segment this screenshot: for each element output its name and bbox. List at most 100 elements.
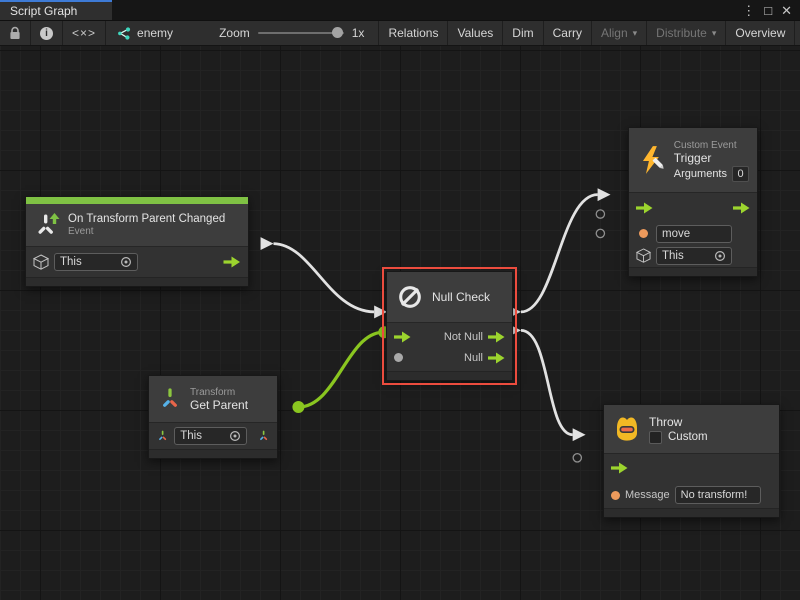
node-null-check[interactable]: Null Check Not Null Null [386,271,513,381]
zoom-slider-knob[interactable] [332,27,343,38]
window-controls: ⋮ □ ✕ [742,0,800,20]
node-footer [387,371,512,380]
chevron-down-icon: ▾ [712,28,717,39]
lock-button[interactable] [0,21,30,45]
inspect-button[interactable]: i [31,21,62,45]
node-trigger-custom-event[interactable]: Custom Event Trigger Arguments 0 [628,127,758,277]
zoom-slider[interactable] [258,32,344,34]
wire-notnull-to-trigger[interactable] [521,195,598,312]
custom-checkbox[interactable] [649,431,662,444]
transform-event-icon [34,212,61,239]
fullscreen-button[interactable]: Full Screen [795,21,800,45]
throw-exception-icon [612,414,642,444]
node-title: Null Check [432,290,490,304]
align-dropdown[interactable]: Align ▾ [592,21,646,45]
relations-toggle[interactable]: Relations [379,21,447,45]
node-get-parent[interactable]: Transform Get Parent This [148,375,278,459]
breadcrumb-label: enemy [137,26,173,40]
script-graph-window: Script Graph ⋮ □ ✕ i <×> [0,0,800,600]
value-input-port[interactable] [639,229,648,238]
target-picker-icon[interactable] [120,256,132,268]
event-accent-bar [26,197,248,204]
target-field[interactable]: This [54,253,138,271]
input-port-circle[interactable] [573,454,581,462]
node-footer [26,277,248,286]
code-preview-button[interactable]: <×> [63,21,105,45]
custom-checkbox-label: Custom [668,431,708,443]
flow-input-port[interactable] [636,202,653,214]
flow-output-port[interactable] [488,352,505,364]
target-field[interactable]: This [656,247,732,265]
wire-arrowhead [261,237,274,250]
node-throw[interactable]: Throw Custom Message No [603,404,780,518]
node-footer [629,267,757,276]
distribute-dropdown[interactable]: Distribute ▾ [647,21,725,45]
wire-arrowhead [598,188,611,201]
graph-icon [116,27,131,40]
zoom-value: 1x [352,26,365,40]
flow-input-port[interactable] [611,462,628,474]
wire-arrowhead [573,428,586,441]
wire-event-to-nullcheck[interactable] [274,244,375,312]
target-picker-icon[interactable] [714,250,726,262]
values-toggle[interactable]: Values [448,21,502,45]
node-on-transform-parent-changed[interactable]: On Transform Parent Changed Event This [25,196,249,287]
menu-icon[interactable]: ⋮ [742,4,755,17]
custom-event-icon [637,145,667,175]
code-icon: <×> [72,26,96,40]
transform-icon [157,386,183,412]
wire-getparent-to-nullcheck[interactable] [298,332,383,407]
arguments-count-field[interactable]: 0 [732,166,749,182]
title-bar: Script Graph ⋮ □ ✕ [0,0,800,20]
flow-output-port[interactable] [488,331,505,343]
overview-button[interactable]: Overview [726,21,794,45]
flow-output-port[interactable] [223,256,241,268]
dim-toggle[interactable]: Dim [503,21,542,45]
align-label: Align [601,26,628,40]
message-value: No transform! [681,489,748,501]
carry-toggle[interactable]: Carry [544,21,591,45]
maximize-icon[interactable]: □ [764,4,772,17]
chevron-down-icon: ▾ [633,28,638,39]
target-picker-icon[interactable] [229,430,241,442]
target-value: This [662,250,684,262]
value-input-port[interactable] [611,491,620,500]
gameobject-cube-icon [636,248,651,264]
lock-icon [9,26,21,41]
transform-output-port[interactable] [257,429,270,443]
tab-script-graph[interactable]: Script Graph [0,0,112,20]
wire-null-to-throw[interactable] [521,330,573,434]
node-title: On Transform Parent Changed [68,213,225,225]
node-category: Custom Event [674,140,749,151]
distribute-label: Distribute [656,26,707,40]
target-field[interactable]: This [174,427,247,445]
port-label-null: Null [464,352,483,364]
close-icon[interactable]: ✕ [781,4,792,17]
node-title: Throw [649,415,708,429]
flow-input-port[interactable] [394,331,411,343]
value-input-port[interactable] [394,353,403,362]
event-name-field[interactable]: move [656,225,732,243]
input-port-circle[interactable] [596,229,604,237]
info-icon: i [40,27,53,40]
flow-output-port[interactable] [733,202,750,214]
event-name-value: move [662,228,690,240]
node-subtitle: Event [68,226,225,237]
node-title: Get Parent [190,398,248,412]
null-check-icon [395,282,425,312]
transform-input-port[interactable] [156,429,169,443]
input-port-circle[interactable] [596,210,604,218]
arguments-label: Arguments [674,168,727,180]
node-footer [604,508,779,517]
breadcrumb[interactable]: enemy [106,26,183,40]
wire-endpoint-dot [292,401,304,413]
message-label: Message [625,489,670,501]
target-value: This [180,430,202,442]
gameobject-cube-icon [33,254,49,271]
node-title: Trigger [674,151,749,165]
graph-canvas[interactable]: On Transform Parent Changed Event This [0,46,800,600]
target-value: This [60,256,82,268]
message-field[interactable]: No transform! [675,486,761,504]
zoom-label: Zoom [219,26,250,40]
zoom-control: Zoom 1x [209,26,374,40]
